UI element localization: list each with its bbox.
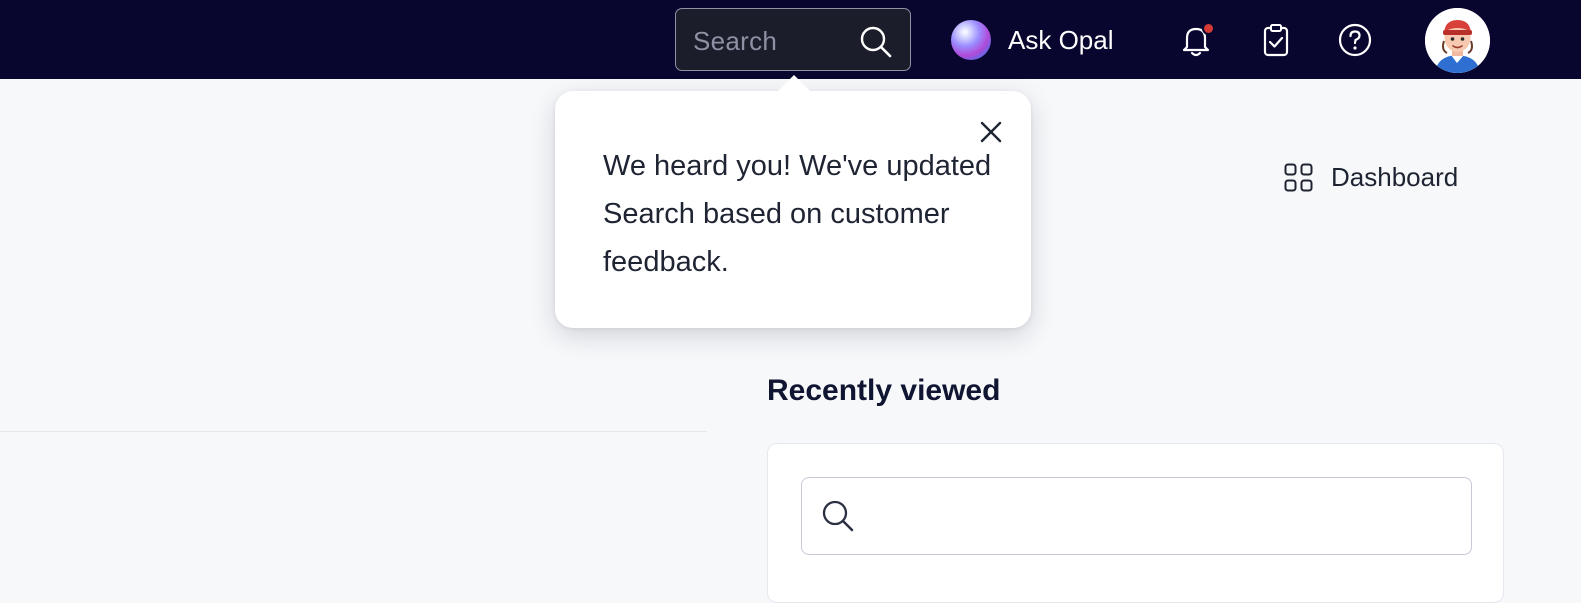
search-update-popover: We heard you! We've updated Search based… <box>555 75 1031 328</box>
section-divider <box>0 431 707 432</box>
help-circle-icon <box>1338 23 1372 57</box>
help-button[interactable] <box>1336 21 1374 59</box>
user-avatar[interactable] <box>1425 8 1490 73</box>
recently-viewed-card <box>767 443 1504 603</box>
search-icon[interactable] <box>859 25 893 59</box>
clipboard-check-icon <box>1263 24 1289 57</box>
notification-badge <box>1202 22 1215 35</box>
ask-opal-label: Ask Opal <box>1008 24 1114 55</box>
dashboard-label: Dashboard <box>1331 162 1459 192</box>
dashboard-link[interactable]: Dashboard <box>1284 162 1458 193</box>
top-nav-bar: Search Ask Opal <box>0 0 1581 79</box>
search-placeholder: Search <box>693 26 778 56</box>
tasks-button[interactable] <box>1257 21 1295 59</box>
search-icon <box>822 500 854 532</box>
recently-viewed-search-input[interactable] <box>801 477 1472 555</box>
grid-icon <box>1284 163 1313 192</box>
opal-orb-icon <box>951 20 991 60</box>
avatar-image <box>1425 8 1490 73</box>
popover-message: We heard you! We've updated Search based… <box>603 150 992 278</box>
ask-opal-button[interactable]: Ask Opal <box>951 19 1114 61</box>
recently-viewed-heading: Recently viewed <box>767 374 1001 407</box>
global-search-input[interactable]: Search <box>675 8 911 71</box>
notifications-button[interactable] <box>1177 21 1215 59</box>
popover-arrow <box>777 75 811 92</box>
